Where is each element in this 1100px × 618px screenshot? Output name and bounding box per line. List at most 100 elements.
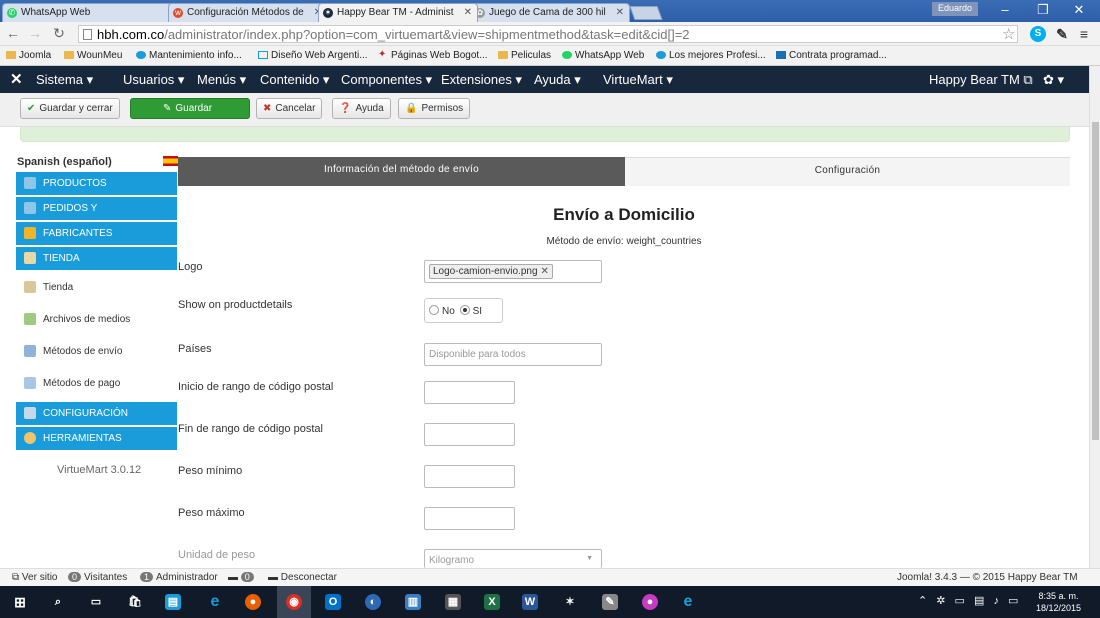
bookmark-joomla[interactable]: Joomla (6, 50, 51, 61)
star-icon: ✦ (378, 49, 387, 60)
bookmark-contrata[interactable]: Contrata programad... (776, 50, 887, 61)
bookmark-whatsapp[interactable]: WhatsApp Web (562, 50, 644, 61)
app-icon-2[interactable]: ✶ (562, 594, 578, 610)
restore-icon[interactable]: ❐ (1028, 2, 1058, 18)
network-icon[interactable]: ▥ (405, 594, 421, 610)
settings-icon[interactable]: ✿ ▾ (1043, 72, 1064, 88)
profile-badge[interactable]: Eduardo (932, 2, 979, 16)
system-clock[interactable]: 8:35 a. m. 18/12/2015 (1036, 590, 1081, 614)
browser-tab-whatsapp[interactable]: ✆ WhatsApp Web ✕ (2, 3, 187, 22)
logout-link[interactable]: ▬ Desconectar (268, 572, 337, 583)
bookmark-profesionales[interactable]: Los mejores Profesi... (656, 50, 766, 61)
site-link[interactable]: Happy Bear TM ⧉ (929, 72, 1033, 88)
bookmark-star-icon[interactable]: ☆ (1002, 25, 1015, 43)
excel-icon[interactable]: X (484, 594, 500, 610)
weight-max-input[interactable] (424, 507, 515, 530)
app-icon-3[interactable]: ● (642, 594, 658, 610)
edge-icon[interactable]: e (207, 594, 223, 610)
firefox-icon[interactable]: ● (245, 594, 261, 610)
message-bar (20, 127, 1070, 142)
menu-menus[interactable]: Menús ▾ (197, 72, 246, 88)
radio-si[interactable] (459, 305, 470, 315)
cancel-icon: ✖ (263, 103, 272, 114)
page-scrollbar[interactable] (1089, 66, 1100, 568)
system-tray-icons[interactable]: ⌃ ✲ ▭ ▤ ♪ ▭ (918, 594, 1021, 607)
close-window-icon[interactable]: ✕ (1064, 2, 1094, 18)
save-close-button[interactable]: ✔ Guardar y cerrar (20, 98, 120, 119)
toolbar: ✔ Guardar y cerrar ✎ Guardar ✖ Cancelar ❓ Ay… (0, 93, 1090, 127)
app-icon[interactable]: ◐ (365, 594, 381, 610)
sidebar-item-configuracion[interactable]: CONFIGURACIÓN (16, 402, 177, 426)
pen-icon[interactable]: ✎ (1054, 26, 1070, 42)
menu-sistema[interactable]: Sistema ▾ (36, 72, 93, 88)
browser-tab-happybear[interactable]: ✶ Happy Bear TM - Administ ✕ (318, 3, 478, 22)
zip-end-input[interactable] (424, 423, 515, 446)
bookmark-mantenimiento[interactable]: Mantenimiento info... (136, 50, 242, 61)
countries-input[interactable]: Disponible para todos (424, 343, 602, 366)
bookmark-peliculas[interactable]: Peliculas (498, 50, 551, 61)
spain-flag-icon[interactable] (163, 156, 178, 166)
scroll-thumb[interactable] (1092, 122, 1099, 440)
minimize-icon[interactable]: – (990, 2, 1020, 17)
sidebar-item-metodos-envio[interactable]: Métodos de envío (16, 340, 177, 364)
forward-icon[interactable]: → (26, 25, 44, 41)
view-site-link[interactable]: ⧉ Ver sitio (12, 572, 58, 583)
tab-informacion[interactable]: Información del método de envío (178, 157, 625, 186)
menu-icon[interactable]: ≡ (1076, 26, 1092, 42)
messages-status[interactable]: ▬ 0 (228, 572, 257, 583)
new-tab-button[interactable] (629, 6, 663, 20)
ie-icon[interactable]: e (680, 594, 696, 610)
sidebar-item-productos[interactable]: PRODUCTOS (16, 172, 177, 196)
menu-componentes[interactable]: Componentes ▾ (341, 72, 432, 88)
page-icon (83, 29, 92, 40)
browser-tab-juego-cama[interactable]: ✿ Juego de Cama de 300 hil ✕ (470, 3, 630, 22)
menu-usuarios[interactable]: Usuarios ▾ (123, 72, 184, 88)
store-icon[interactable]: 🛍 (127, 594, 143, 610)
bookmark-diseno-web[interactable]: Diseño Web Argenti... (258, 50, 368, 61)
sidebar-item-pedidos[interactable]: PEDIDOS Y (16, 197, 177, 221)
outlook-icon[interactable]: O (325, 594, 341, 610)
calculator-icon[interactable]: ▦ (445, 594, 461, 610)
logo-select[interactable]: Logo-camion-envio.png ✕ (424, 260, 602, 283)
bookmark-paginas-web[interactable]: ✦ Páginas Web Bogot... (378, 49, 488, 61)
back-icon[interactable]: ← (4, 25, 22, 41)
word-icon[interactable]: W (522, 594, 538, 610)
sidebar-item-fabricantes[interactable]: FABRICANTES (16, 222, 177, 246)
reload-icon[interactable]: ↻ (50, 25, 68, 42)
task-view-icon[interactable]: ▭ (88, 594, 104, 610)
menu-contenido[interactable]: Contenido ▾ (260, 72, 329, 88)
menu-extensiones[interactable]: Extensiones ▾ (441, 72, 522, 88)
cancel-button[interactable]: ✖ Cancelar (256, 98, 323, 119)
bookmark-wounmeu[interactable]: WounMeu (64, 50, 122, 61)
shop-icon (24, 281, 36, 293)
url-field[interactable]: hbh.com.co/administrator/index.php?optio… (78, 25, 1018, 43)
sidebar-item-herramientas[interactable]: HERRAMIENTAS (16, 427, 177, 451)
weight-unit-label: Unidad de peso (178, 549, 256, 561)
weight-min-input[interactable] (424, 465, 515, 488)
windows-start-icon[interactable]: ⊞ (12, 594, 28, 610)
menu-ayuda[interactable]: Ayuda ▾ (534, 72, 581, 88)
joomla-logo-icon[interactable]: ✕ (10, 70, 23, 88)
weight-unit-select[interactable]: Kilogramo ▼ (424, 549, 602, 568)
paint-icon[interactable]: ✎ (602, 594, 618, 610)
help-button[interactable]: ❓ Ayuda (332, 98, 391, 119)
explorer-icon[interactable]: ▤ (165, 594, 181, 610)
zip-start-input[interactable] (424, 381, 515, 404)
sidebar-item-archivos-medios[interactable]: Archivos de medios (16, 308, 177, 332)
radio-no[interactable] (429, 305, 439, 315)
chrome-icon[interactable]: ◉ (286, 594, 302, 610)
menu-virtuemart[interactable]: VirtueMart ▾ (603, 72, 673, 88)
tab-configuracion[interactable]: Configuración (625, 157, 1070, 186)
search-icon[interactable]: ⌕ (50, 594, 66, 610)
sidebar-item-metodos-pago[interactable]: Métodos de pago (16, 372, 177, 396)
skype-icon[interactable]: S (1030, 26, 1046, 42)
browser-tab-config[interactable]: w Configuración Métodos de ✕ (168, 3, 328, 22)
permissions-button[interactable]: 🔒 Permisos (398, 98, 471, 119)
sidebar-item-tienda[interactable]: TIENDA (16, 247, 177, 271)
remove-icon[interactable]: ✕ (541, 266, 549, 277)
save-button[interactable]: ✎ Guardar (130, 98, 250, 119)
close-tab-icon[interactable]: ✕ (616, 7, 624, 18)
admin-navbar: ✕ Sistema ▾ Usuarios ▾ Menús ▾ Contenido… (0, 66, 1090, 93)
sidebar-item-tienda-sub[interactable]: Tienda (16, 276, 177, 300)
close-tab-icon[interactable]: ✕ (464, 7, 472, 18)
